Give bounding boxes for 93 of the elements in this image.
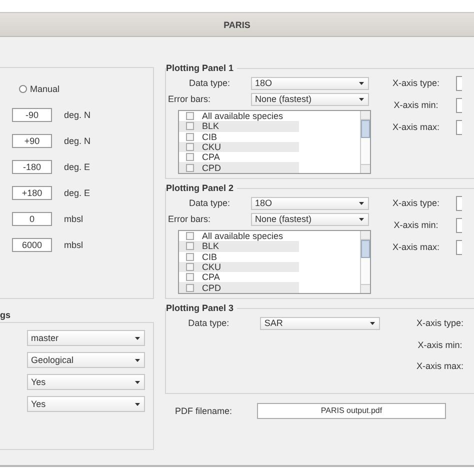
field-label: Data type: — [187, 318, 230, 328]
scroll-up-icon[interactable] — [361, 231, 370, 240]
list-item[interactable]: CIB — [202, 132, 218, 142]
dropdown[interactable]: SAR — [260, 316, 380, 330]
field-label: X-axis min: — [392, 220, 440, 230]
input-field[interactable]: 6000 — [12, 238, 52, 252]
field-label: Data type: — [188, 198, 232, 208]
list-item[interactable]: CKU — [202, 142, 222, 152]
dropdown[interactable]: 18O — [251, 76, 369, 90]
field-label: X-axis max: — [391, 122, 440, 132]
caret-icon — [135, 358, 140, 362]
dropdown[interactable]: 18O — [251, 196, 369, 210]
caret-icon — [359, 82, 364, 84]
input-field[interactable] — [456, 196, 462, 210]
list-item[interactable]: CPD — [202, 282, 222, 293]
caret-icon — [370, 322, 375, 324]
caret-icon — [135, 402, 140, 406]
list-item[interactable]: CPD — [202, 162, 222, 173]
list-item[interactable]: CKU — [202, 262, 222, 272]
panel-title: Plotting Panel 3 — [166, 303, 237, 313]
species-list[interactable]: All available species BLK CIB CKU CPA CPD — [178, 110, 371, 174]
field-label: X-axis min: — [416, 340, 464, 350]
dropdown[interactable]: master — [27, 330, 145, 346]
input-field[interactable]: PARIS output.pdf — [257, 403, 446, 419]
panel-title: gs — [0, 310, 11, 320]
input-field[interactable]: 0 — [12, 212, 52, 226]
checkbox[interactable] — [186, 273, 194, 282]
scrollbar[interactable] — [360, 231, 370, 293]
unit-label: deg. E — [64, 188, 90, 198]
checkbox[interactable] — [186, 263, 194, 272]
input-field[interactable]: +90 — [12, 134, 52, 148]
input-field[interactable] — [456, 240, 462, 254]
caret-icon — [135, 336, 140, 340]
unit-label: mbsl — [64, 214, 84, 224]
scroll-down-icon[interactable] — [361, 164, 370, 173]
panel-title: Plotting Panel 1 — [166, 63, 237, 73]
caret-icon — [359, 218, 364, 220]
field-label: X-axis type: — [391, 78, 441, 88]
scroll-up-icon[interactable] — [361, 111, 370, 120]
field-label: Error bars: — [168, 214, 212, 224]
list-item[interactable]: BLK — [202, 241, 220, 252]
dropdown[interactable]: Yes — [27, 374, 145, 390]
caret-icon — [359, 98, 364, 100]
radio-button[interactable] — [19, 85, 27, 93]
caret-icon — [135, 380, 140, 384]
unit-label: deg. N — [64, 136, 91, 146]
checkbox[interactable] — [186, 132, 194, 141]
scrollbar[interactable] — [360, 111, 370, 173]
checkbox[interactable] — [186, 252, 194, 261]
unit-label: deg. N — [64, 110, 91, 120]
field-label: X-axis min: — [392, 100, 440, 110]
unit-label: mbsl — [64, 240, 84, 250]
window-title: PARIS — [224, 20, 250, 30]
scroll-thumb[interactable] — [361, 120, 370, 138]
input-field[interactable] — [456, 120, 462, 134]
list-item[interactable]: BLK — [202, 121, 220, 132]
input-field[interactable] — [456, 76, 462, 90]
list-item[interactable]: CIB — [202, 252, 218, 262]
field-label: X-axis type: — [415, 318, 465, 328]
checkbox[interactable] — [186, 112, 194, 120]
input-field[interactable]: +180 — [12, 186, 52, 200]
dropdown[interactable]: Yes — [27, 396, 145, 412]
checkbox[interactable] — [186, 122, 194, 130]
field-label: PDF filename: — [175, 406, 234, 416]
input-field[interactable]: -180 — [12, 160, 52, 174]
field-label: X-axis type: — [391, 198, 441, 208]
field-label: Error bars: — [168, 94, 212, 104]
list-item[interactable]: All available species — [202, 231, 284, 242]
panel-title: Plotting Panel 2 — [166, 183, 237, 193]
species-list[interactable]: All available species BLK CIB CKU CPA CPD — [178, 230, 371, 294]
dropdown[interactable]: None (fastest) — [251, 92, 369, 106]
checkbox[interactable] — [186, 143, 194, 152]
list-item[interactable]: All available species — [202, 111, 284, 122]
field-label: X-axis max: — [415, 360, 464, 370]
field-label: Data type: — [188, 78, 232, 88]
checkbox[interactable] — [186, 242, 194, 250]
scroll-thumb[interactable] — [361, 240, 370, 258]
radio-label: Manual — [30, 84, 60, 94]
caret-icon — [359, 202, 364, 204]
input-field[interactable] — [456, 218, 462, 232]
input-field[interactable]: -90 — [12, 108, 52, 122]
input-field[interactable] — [456, 98, 462, 112]
unit-label: deg. E — [64, 162, 90, 172]
dropdown[interactable]: Geological — [27, 352, 145, 368]
checkbox[interactable] — [186, 284, 194, 292]
list-item[interactable]: CPA — [202, 272, 220, 282]
dropdown[interactable]: None (fastest) — [251, 212, 369, 226]
field-label: X-axis max: — [391, 242, 440, 252]
scroll-down-icon[interactable] — [361, 284, 370, 293]
checkbox[interactable] — [186, 232, 194, 240]
list-item[interactable]: CPA — [202, 152, 220, 162]
checkbox[interactable] — [186, 164, 194, 172]
checkbox[interactable] — [186, 153, 194, 162]
